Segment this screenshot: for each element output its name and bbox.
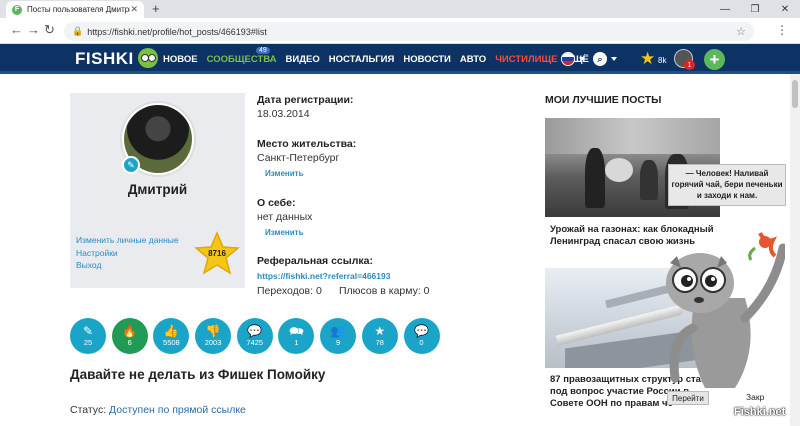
about-value: нет данных [257,211,313,223]
address-bar: ← → ↻ 🔒 https://fishki.net/profile/hot_p… [0,18,800,44]
stat-value: 0 [419,337,424,347]
reg-date-label: Дата регистрации: [257,94,354,106]
window-controls: — ❐ ✕ [710,0,800,18]
stat-dislikes[interactable]: 👎 2003 [195,318,232,354]
star-icon: ★ [374,323,386,338]
bookmark-star-icon[interactable]: ☆ [736,25,746,38]
stat-value: 7425 [246,337,264,347]
stat-value: 78 [375,337,384,347]
url-input[interactable]: 🔒 https://fishki.net/profile/hot_posts/4… [64,22,754,41]
stat-likes[interactable]: 👍 5508 [153,318,190,354]
site-logo[interactable]: FISHKI [75,49,134,69]
new-tab-icon[interactable]: + [152,1,160,16]
nav-communities[interactable]: СООБЩЕСТВА [207,54,277,65]
communities-badge: 49 [256,47,270,54]
city-value: Санкт-Петербург [257,152,340,164]
lock-icon: 🔒 [72,26,84,36]
karma-plus-count: Плюсов в карму: 0 [339,285,430,297]
users-icon: 👥 [330,323,346,338]
profile-links: Изменить личные данные Настройки Выход [76,234,179,272]
url-text: https://fishki.net/profile/hot_posts/466… [87,26,267,37]
stat-value: 25 [83,337,93,347]
stat-discussions[interactable]: 🗪 1 [278,318,315,354]
profile-stats: ✎ 25 🔥 6 👍 5508 👎 2003 💬 7425 🗪 1 👥 9 ★ … [70,318,445,354]
back-icon[interactable]: ← [10,22,23,37]
menu-icon[interactable]: ⋮ [776,23,788,37]
about-label: О себе: [257,197,296,209]
status-link[interactable]: Доступен по прямой ссылке [109,404,246,416]
flame-icon: 🔥 [122,323,138,338]
notification-badge: 1 [684,60,695,70]
promo-close-button[interactable]: Закр [746,392,764,402]
profile-name: Дмитрий [127,182,188,197]
referral-link[interactable]: https://fishki.net?referral=466193 [257,271,390,281]
reload-icon[interactable]: ↻ [44,22,55,38]
stat-comments[interactable]: 💬 7425 [236,318,273,354]
reg-date-value: 18.03.2014 [257,108,310,120]
thumbs-up-icon: 👍 [163,323,179,338]
logo-mascot-icon[interactable] [138,48,158,68]
stat-posts[interactable]: ✎ 25 [70,318,106,354]
forward-icon[interactable]: → [27,22,40,37]
site-header: FISHKI НОВОЕ СООБЩЕСТВА ВИДЕО НОСТАЛЬГИЯ… [0,44,800,74]
message-icon: 💬 [414,323,429,338]
scrollbar-thumb[interactable] [792,80,798,108]
stat-favorites[interactable]: ★ 78 [361,318,398,354]
stat-messages[interactable]: 💬 0 [403,318,440,354]
search-icon[interactable]: ⌕ [593,52,607,66]
change-city-link[interactable]: Изменить [265,169,303,178]
tab-title: Посты пользователя Дмитрий [27,5,131,14]
settings-link[interactable]: Настройки [76,247,179,260]
comment-icon: 💬 [247,323,263,338]
status-label: Статус: [70,404,107,416]
chevron-down-icon[interactable] [611,57,617,61]
promo-speech-bubble: — Человек! Наливай горячий чай, бери печ… [668,164,786,206]
nav-purgatory[interactable]: ЧИСТИЛИЩЕ [495,54,557,65]
maximize-icon[interactable]: ❐ [740,0,770,18]
thumbs-down-icon: 👎 [205,323,221,338]
stat-value: 5508 [163,337,180,347]
logout-link[interactable]: Выход [76,259,179,272]
nav-nostalgia[interactable]: НОСТАЛЬГИЯ [329,54,395,65]
page-scrollbar[interactable] [790,74,800,426]
stat-value: 2003 [204,337,222,347]
nav-new[interactable]: НОВОЕ [163,54,198,65]
nav-auto[interactable]: АВТО [460,54,486,65]
close-window-icon[interactable]: ✕ [770,0,800,18]
watermark: Fishki.net [734,406,786,418]
tab-close-icon[interactable]: ✕ [130,4,138,15]
edit-profile-link[interactable]: Изменить личные данные [76,234,179,247]
post-status: Статус: Доступен по прямой ссылке [70,404,246,416]
post-title[interactable]: Давайте не делать из Фишек Помойку [70,367,325,382]
change-about-link[interactable]: Изменить [265,228,303,237]
add-post-button[interactable]: + [704,49,725,70]
browser-tab[interactable]: F Посты пользователя Дмитрий ✕ [6,1,144,18]
stat-value: 6 [127,337,132,347]
best-posts-header: МОИ ЛУЧШИЕ ПОСТЫ [545,94,662,106]
favicon-icon: F [12,4,22,15]
comments-icon: 🗪 [288,323,304,338]
nav-news[interactable]: НОВОСТИ [403,54,451,65]
visits-count: Переходов: 0 [257,285,322,297]
browser-tab-bar: F Посты пользователя Дмитрий ✕ + — ❐ ✕ [0,0,800,18]
stat-value: 9 [336,337,341,347]
stat-friends[interactable]: 👥 9 [320,318,357,354]
edit-avatar-icon[interactable]: ✎ [122,156,140,174]
city-label: Место жительства: [257,138,357,150]
profile-card: ✎ Дмитрий Изменить личные данные Настрой… [70,93,245,288]
pencil-icon: ✎ [82,323,94,338]
minimize-icon[interactable]: — [710,0,740,18]
mascot-lemur-icon [666,232,785,388]
stat-value: 1 [294,337,299,347]
nav-video[interactable]: ВИДЕО [286,54,320,65]
language-flag-icon[interactable] [561,52,575,66]
star-count: 8k [658,56,667,65]
referral-label: Реферальная ссылка: [257,255,373,267]
rating-star-icon[interactable]: ★ [640,49,655,69]
chevron-down-icon[interactable] [579,57,585,61]
promo-go-button[interactable]: Перейти [667,391,709,405]
karma-value: 8716 [208,249,226,258]
main-nav: НОВОЕ СООБЩЕСТВА ВИДЕО НОСТАЛЬГИЯ НОВОСТ… [163,54,598,65]
stat-hot[interactable]: 🔥 6 [111,318,148,354]
